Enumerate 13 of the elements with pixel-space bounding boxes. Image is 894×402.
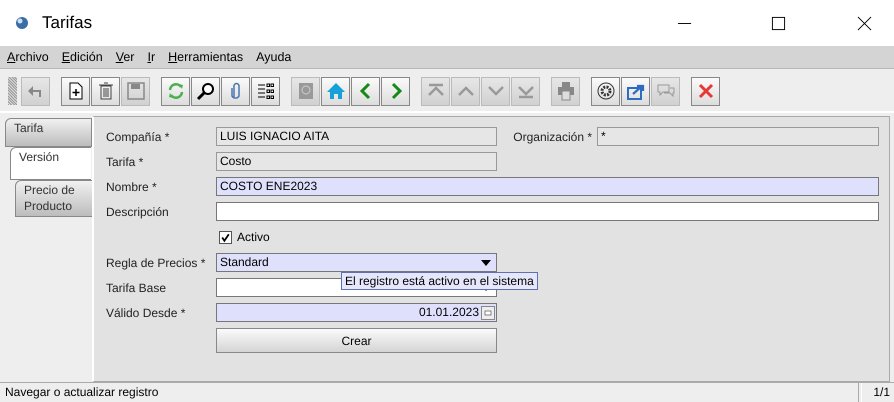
field-label: Tarifa Base [106,280,168,294]
field-label: Tarifa * [106,154,144,168]
field-label: Regla de Precios * [106,256,206,270]
field-label: Válido Desde * [106,306,186,320]
status-message: Navegar o actualizar registro [0,383,859,402]
field-label: Compañía * [106,130,170,144]
field-label: Descripción [106,204,170,218]
record-count: 1/1 [861,383,894,402]
field-label: Organización * [512,130,593,144]
window-title: Tarifas [42,13,92,33]
field-label: Nombre * [106,180,158,194]
tooltip: El registro está activo en el sistema [341,272,538,290]
checkbox-label: Activo [237,230,270,244]
